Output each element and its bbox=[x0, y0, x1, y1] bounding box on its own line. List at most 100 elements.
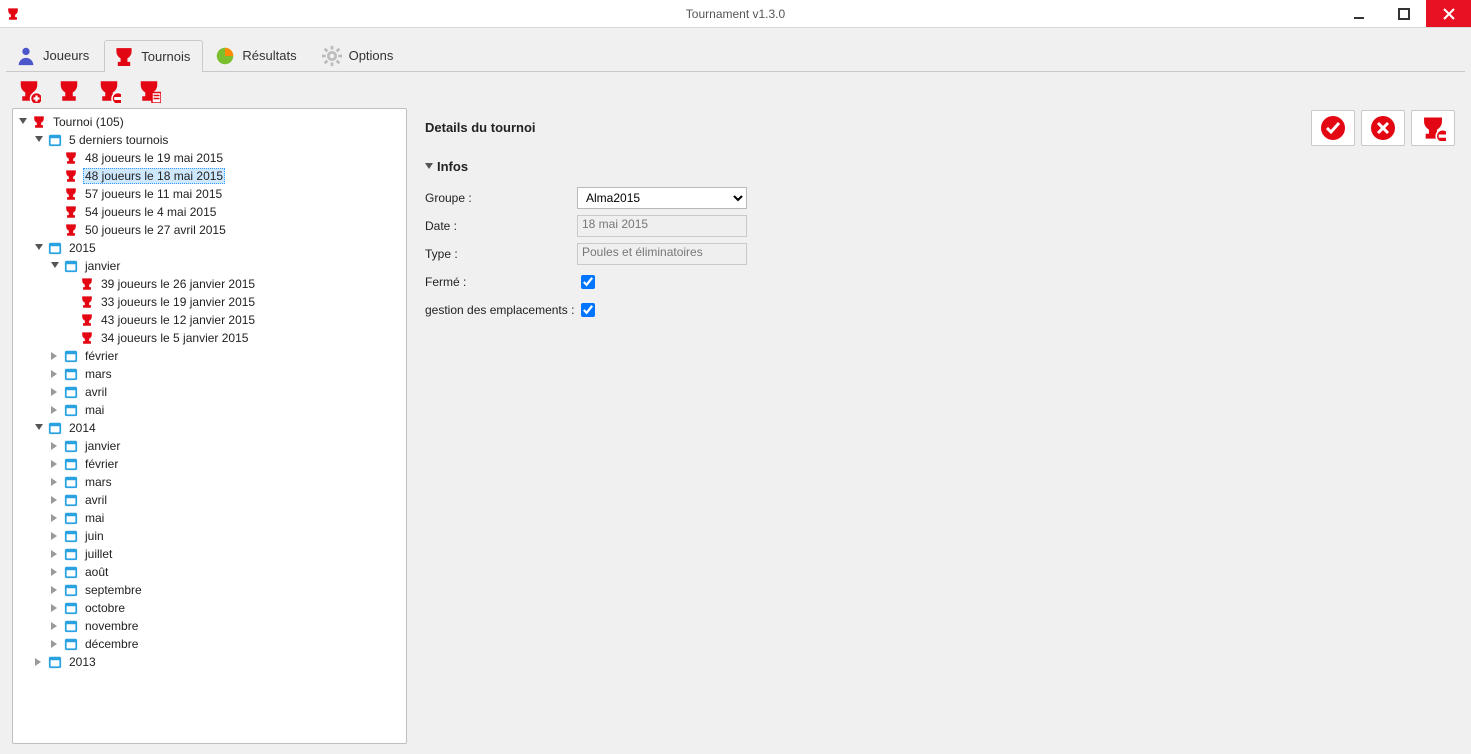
tab-label: Résultats bbox=[242, 48, 296, 63]
tree-node[interactable]: novembre bbox=[15, 617, 404, 635]
tree-node[interactable]: 48 joueurs le 19 mai 2015 bbox=[15, 149, 404, 167]
tree-node[interactable]: mai bbox=[15, 509, 404, 527]
tree-node[interactable]: août bbox=[15, 563, 404, 581]
tree-node[interactable]: avril bbox=[15, 383, 404, 401]
caret-right-icon[interactable] bbox=[49, 476, 61, 488]
caret-right-icon[interactable] bbox=[49, 350, 61, 362]
tree-node[interactable]: mai bbox=[15, 401, 404, 419]
caret-right-icon[interactable] bbox=[49, 566, 61, 578]
slots-checkbox[interactable] bbox=[581, 303, 595, 317]
section-infos-header[interactable]: Infos bbox=[425, 159, 1455, 174]
calendar-icon bbox=[47, 133, 63, 147]
calendar-icon bbox=[63, 349, 79, 363]
window-controls bbox=[1336, 0, 1471, 27]
tree-node[interactable]: janvier bbox=[15, 257, 404, 275]
confirm-button[interactable] bbox=[1311, 110, 1355, 146]
tree-node-label: janvier bbox=[83, 439, 122, 453]
caret-right-icon[interactable] bbox=[49, 368, 61, 380]
caret-down-icon[interactable] bbox=[49, 260, 61, 272]
calendar-icon bbox=[47, 655, 63, 669]
tree-node[interactable]: mars bbox=[15, 365, 404, 383]
tree-node[interactable]: juin bbox=[15, 527, 404, 545]
tree-node[interactable]: 34 joueurs le 5 janvier 2015 bbox=[15, 329, 404, 347]
tree-node[interactable]: 48 joueurs le 18 mai 2015 bbox=[15, 167, 404, 185]
tree-node[interactable]: 2013 bbox=[15, 653, 404, 671]
caret-right-icon[interactable] bbox=[49, 404, 61, 416]
tab-options[interactable]: Options bbox=[312, 39, 407, 71]
tree-node-label: octobre bbox=[83, 601, 127, 615]
trophy-icon bbox=[63, 205, 79, 219]
trophy-icon bbox=[79, 295, 95, 309]
detail-header: Details du tournoi bbox=[425, 120, 1455, 135]
main-tabs: Joueurs Tournois Résultats Options bbox=[6, 34, 1465, 72]
export-tournament-button[interactable] bbox=[136, 78, 162, 104]
date-field: 18 mai 2015 bbox=[577, 215, 747, 237]
tree-node-label: 2013 bbox=[67, 655, 98, 669]
tree-node[interactable]: octobre bbox=[15, 599, 404, 617]
caret-right-icon[interactable] bbox=[49, 494, 61, 506]
calendar-icon bbox=[63, 637, 79, 651]
tree-node[interactable]: juillet bbox=[15, 545, 404, 563]
caret-right-icon[interactable] bbox=[49, 620, 61, 632]
maximize-button[interactable] bbox=[1381, 0, 1426, 27]
tab-tournaments[interactable]: Tournois bbox=[104, 40, 203, 72]
minimize-button[interactable] bbox=[1336, 0, 1381, 27]
tree-node[interactable]: février bbox=[15, 455, 404, 473]
tree-node-label: juin bbox=[83, 529, 106, 543]
tree-node[interactable]: septembre bbox=[15, 581, 404, 599]
tree-node-label: 33 joueurs le 19 janvier 2015 bbox=[99, 295, 257, 309]
tree-node[interactable]: 33 joueurs le 19 janvier 2015 bbox=[15, 293, 404, 311]
caret-right-icon[interactable] bbox=[49, 458, 61, 470]
tab-players[interactable]: Joueurs bbox=[6, 39, 102, 71]
tree-node[interactable]: février bbox=[15, 347, 404, 365]
tree-node-label: mars bbox=[83, 475, 114, 489]
tree-node[interactable]: 57 joueurs le 11 mai 2015 bbox=[15, 185, 404, 203]
tree-node[interactable]: 2015 bbox=[15, 239, 404, 257]
close-button[interactable] bbox=[1426, 0, 1471, 27]
caret-right-icon[interactable] bbox=[49, 584, 61, 596]
caret-right-icon[interactable] bbox=[33, 656, 45, 668]
caret-right-icon[interactable] bbox=[49, 512, 61, 524]
tree-node-label: novembre bbox=[83, 619, 140, 633]
caret-right-icon[interactable] bbox=[49, 386, 61, 398]
tree-node-label: avril bbox=[83, 385, 109, 399]
caret-right-icon[interactable] bbox=[49, 638, 61, 650]
calendar-icon bbox=[63, 511, 79, 525]
caret-right-icon[interactable] bbox=[49, 440, 61, 452]
tree-node[interactable]: avril bbox=[15, 491, 404, 509]
caret-down-icon[interactable] bbox=[33, 134, 45, 146]
caret-down-icon[interactable] bbox=[33, 242, 45, 254]
tree-node-label: décembre bbox=[83, 637, 140, 651]
caret-right-icon[interactable] bbox=[49, 548, 61, 560]
tree-node[interactable]: 2014 bbox=[15, 419, 404, 437]
trophy-icon bbox=[79, 331, 95, 345]
tab-label: Tournois bbox=[141, 49, 190, 64]
tree-node[interactable]: 39 joueurs le 26 janvier 2015 bbox=[15, 275, 404, 293]
caret-right-icon[interactable] bbox=[49, 530, 61, 542]
caret-right-icon[interactable] bbox=[49, 602, 61, 614]
tab-results[interactable]: Résultats bbox=[205, 39, 309, 71]
tree-node[interactable]: Tournoi (105) bbox=[15, 113, 404, 131]
tree-node[interactable]: 50 joueurs le 27 avril 2015 bbox=[15, 221, 404, 239]
label-groupe: Groupe : bbox=[419, 191, 577, 205]
cancel-button[interactable] bbox=[1361, 110, 1405, 146]
tree-node-label: mai bbox=[83, 511, 106, 525]
tournament-tree[interactable]: Tournoi (105) 5 derniers tournois 48 joueu… bbox=[12, 108, 407, 744]
trophy-icon bbox=[63, 151, 79, 165]
edit-tournament-button[interactable] bbox=[56, 78, 82, 104]
group-select[interactable]: Alma2015 bbox=[577, 187, 747, 209]
delete-tournament-button[interactable] bbox=[96, 78, 122, 104]
tree-node[interactable]: 5 derniers tournois bbox=[15, 131, 404, 149]
tree-node[interactable]: 54 joueurs le 4 mai 2015 bbox=[15, 203, 404, 221]
tree-node[interactable]: 43 joueurs le 12 janvier 2015 bbox=[15, 311, 404, 329]
calendar-icon bbox=[63, 367, 79, 381]
remove-tournament-button[interactable] bbox=[1411, 110, 1455, 146]
add-tournament-button[interactable] bbox=[16, 78, 42, 104]
caret-down-icon[interactable] bbox=[33, 422, 45, 434]
tree-node-label: 5 derniers tournois bbox=[67, 133, 170, 147]
tree-node[interactable]: mars bbox=[15, 473, 404, 491]
closed-checkbox[interactable] bbox=[581, 275, 595, 289]
tree-node[interactable]: décembre bbox=[15, 635, 404, 653]
tree-node[interactable]: janvier bbox=[15, 437, 404, 455]
caret-down-icon[interactable] bbox=[17, 116, 29, 128]
